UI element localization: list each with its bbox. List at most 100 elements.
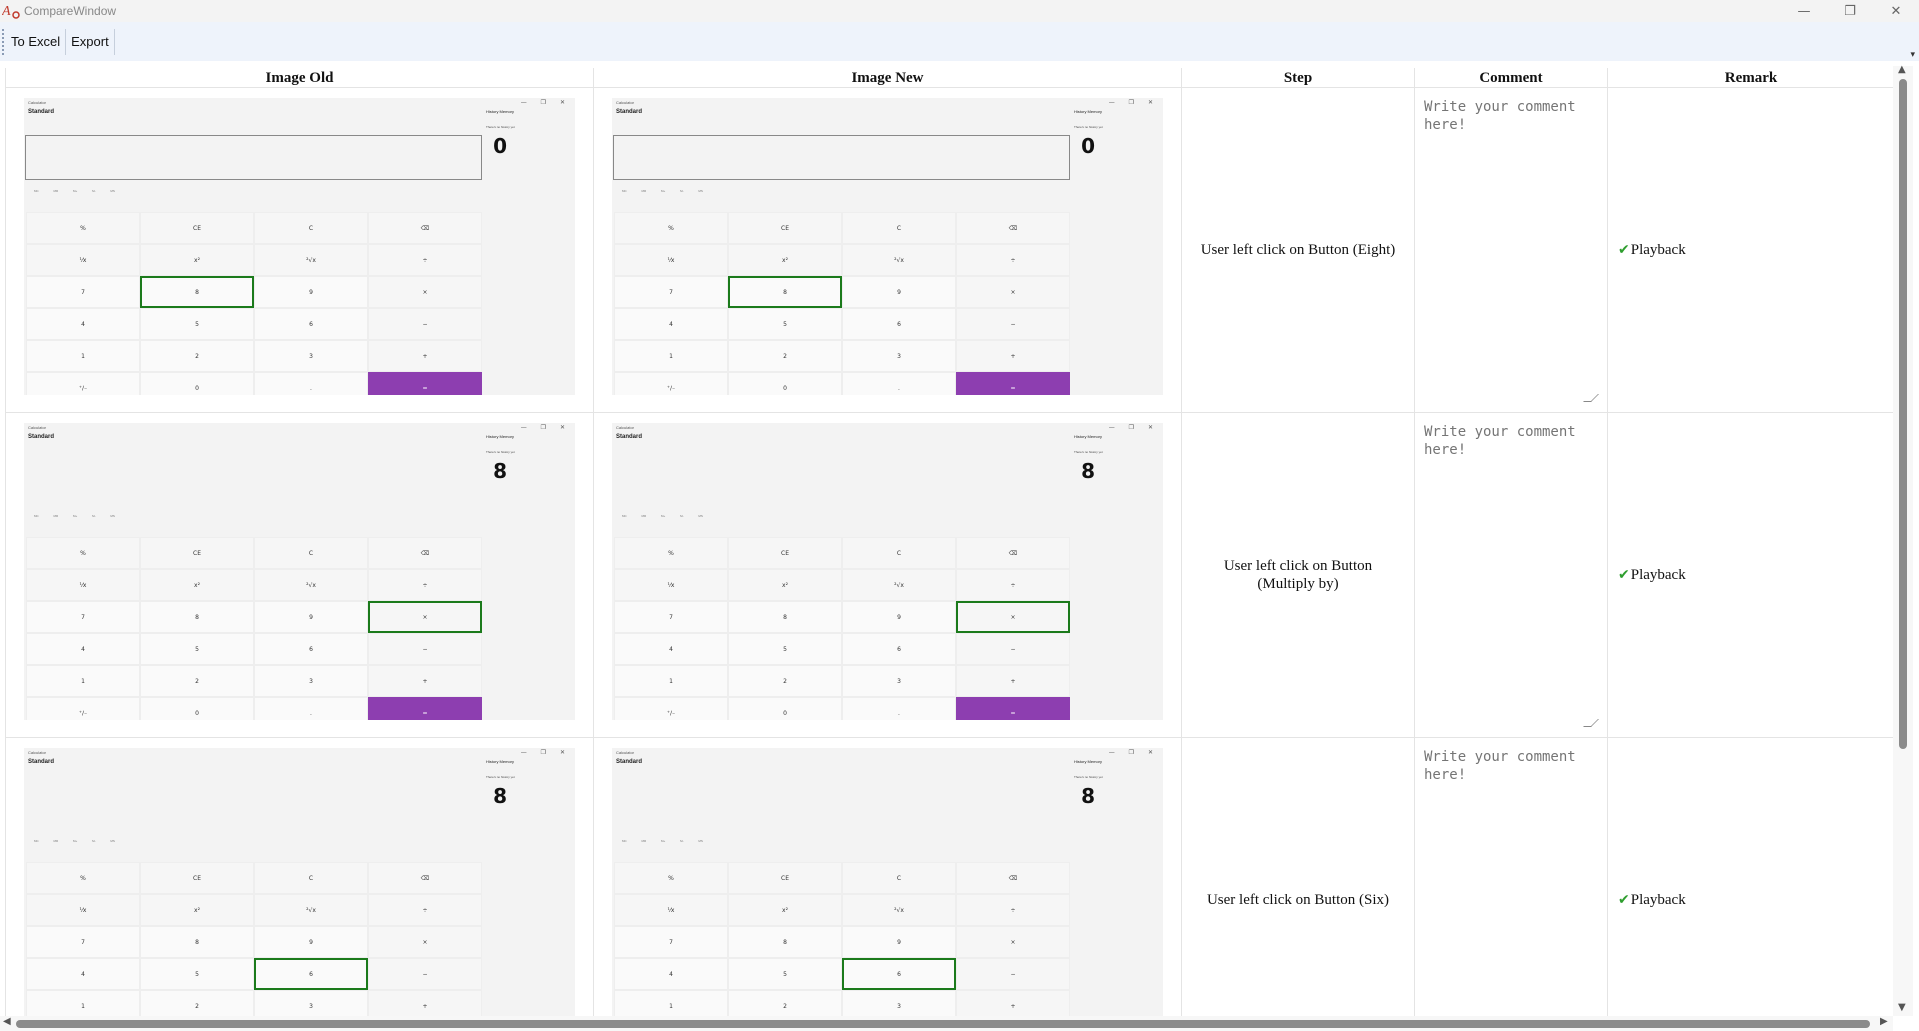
screenshot-key: 7	[614, 926, 728, 958]
table-row[interactable]: Calculator — ❐ ✕ Standard History Memory The…	[6, 738, 1893, 1016]
playback-label[interactable]: Playback	[1631, 892, 1686, 909]
screenshot-key: ⅟x	[26, 569, 140, 601]
screenshot-key: ²√x	[254, 244, 368, 276]
screenshot-key: 6	[842, 633, 956, 665]
screenshot-key: ⁺∕₋	[26, 697, 140, 720]
screenshot-key: =	[368, 372, 482, 395]
screenshot-key: 1	[614, 340, 728, 372]
screenshot-display-value: 8	[1081, 459, 1095, 483]
screenshot-key: 2	[140, 990, 254, 1016]
screenshot-key: x²	[728, 244, 842, 276]
screenshot-key: ÷	[368, 894, 482, 926]
screenshot-key: 6	[254, 958, 368, 990]
remark-cell: ✔ Playback	[1608, 88, 1893, 412]
screenshot-key: %	[26, 537, 140, 569]
scroll-left-icon[interactable]: ◀	[3, 1016, 11, 1027]
screenshot-key: ×	[368, 601, 482, 633]
playback-label[interactable]: Playback	[1631, 567, 1686, 584]
screenshot-key: C	[842, 862, 956, 894]
table-row[interactable]: Calculator — ❐ ✕ Standard History Memory The…	[6, 413, 1893, 738]
minimize-button[interactable]: —	[1781, 0, 1827, 22]
calculator-screenshot: Calculator — ❐ ✕ Standard History Memory The…	[612, 748, 1163, 1016]
screenshot-key: +	[956, 665, 1070, 697]
header-image-new[interactable]: Image New	[594, 68, 1182, 88]
screenshot-display-box	[25, 135, 482, 180]
screenshot-key: ÷	[956, 244, 1070, 276]
table-row[interactable]: Calculator — ❐ ✕ Standard History Memory The…	[6, 88, 1893, 413]
screenshot-key: .	[254, 697, 368, 720]
screenshot-key: ⁺∕₋	[26, 372, 140, 395]
screenshot-key: ÷	[956, 569, 1070, 601]
comment-input[interactable]	[1420, 419, 1600, 728]
screenshot-history-tabs: History Memory	[1074, 109, 1103, 114]
to-excel-button[interactable]: To Excel	[6, 28, 67, 55]
screenshot-key: 5	[728, 308, 842, 340]
image-old-cell: Calculator — ❐ ✕ Standard History Memory The…	[6, 413, 594, 737]
screenshot-history-tabs: History Memory	[1074, 759, 1103, 764]
playback-link[interactable]: ✔ Playback	[1618, 738, 1686, 1016]
screenshot-keypad: %CEC⌫ ⅟xx²²√x÷ 789× 456− 123+ ⁺∕₋0.=	[614, 537, 1070, 720]
playback-link[interactable]: ✔ Playback	[1618, 413, 1686, 737]
check-icon: ✔	[1618, 567, 1630, 583]
scroll-down-icon[interactable]: ▼	[1898, 1002, 1906, 1013]
playback-label[interactable]: Playback	[1631, 242, 1686, 259]
close-button[interactable]: ✕	[1873, 0, 1919, 22]
vertical-scrollbar[interactable]: ▲ ▼	[1893, 64, 1913, 1016]
screenshot-memory-buttons: MC MR M+ M- MS	[622, 839, 703, 843]
comment-cell	[1415, 88, 1608, 412]
screenshot-mode-label: Standard	[28, 759, 55, 765]
screenshot-key: 1	[26, 340, 140, 372]
vertical-scroll-thumb[interactable]	[1899, 79, 1907, 749]
header-remark[interactable]: Remark	[1608, 68, 1893, 88]
scroll-up-icon[interactable]: ▲	[1898, 64, 1906, 75]
screenshot-key: ²√x	[842, 569, 956, 601]
screenshot-app-title: Calculator	[28, 750, 47, 755]
screenshot-key: 1	[614, 990, 728, 1016]
screenshot-key: =	[368, 697, 482, 720]
horizontal-scrollbar[interactable]: ◀ ▶	[0, 1016, 1893, 1031]
screenshot-window-controls-icon: — ❐ ✕	[520, 424, 571, 431]
app-logo-icon: A	[1, 1, 22, 21]
screenshot-key: 9	[254, 601, 368, 633]
screenshot-key: 4	[26, 958, 140, 990]
screenshot-key: 2	[728, 665, 842, 697]
screenshot-window-controls-icon: — ❐ ✕	[1108, 424, 1159, 431]
screenshot-key: 5	[728, 633, 842, 665]
screenshot-history-tabs: History Memory	[486, 434, 515, 439]
comment-input[interactable]	[1420, 744, 1600, 1016]
screenshot-key: ÷	[368, 569, 482, 601]
screenshot-key: ⌫	[368, 862, 482, 894]
screenshot-key: 2	[728, 990, 842, 1016]
header-image-old[interactable]: Image Old	[6, 68, 594, 88]
screenshot-key: CE	[140, 212, 254, 244]
comment-input[interactable]	[1420, 94, 1600, 403]
screenshot-key: ²√x	[842, 244, 956, 276]
screenshot-key: ⅟x	[26, 244, 140, 276]
screenshot-key: ²√x	[254, 569, 368, 601]
remark-cell: ✔ Playback	[1608, 738, 1893, 1016]
header-comment[interactable]: Comment	[1415, 68, 1608, 88]
step-cell: User left click on Button (Multiply by)	[1182, 413, 1415, 737]
calculator-screenshot: Calculator — ❐ ✕ Standard History Memory The…	[612, 98, 1163, 395]
screenshot-keypad: %CEC⌫ ⅟xx²²√x÷ 789× 456− 123+ ⁺∕₋0.=	[614, 212, 1070, 395]
screenshot-key: −	[368, 633, 482, 665]
restore-button[interactable]: ❐	[1827, 0, 1873, 22]
header-step[interactable]: Step	[1182, 68, 1415, 88]
compare-grid: Image Old Image New Step Comment Remark …	[5, 68, 1893, 1016]
screenshot-key: 4	[614, 308, 728, 340]
screenshot-key: 6	[842, 308, 956, 340]
screenshot-key: 5	[140, 958, 254, 990]
scroll-right-icon[interactable]: ▶	[1880, 1016, 1888, 1027]
screenshot-key: +	[368, 990, 482, 1016]
screenshot-window-controls-icon: — ❐ ✕	[520, 749, 571, 756]
toolbar-overflow-icon[interactable]: ▾	[1910, 50, 1915, 60]
screenshot-key: ÷	[368, 244, 482, 276]
playback-link[interactable]: ✔ Playback	[1618, 88, 1686, 412]
screenshot-key: 0	[728, 697, 842, 720]
export-button[interactable]: Export	[66, 28, 115, 55]
screenshot-key: 8	[728, 601, 842, 633]
screenshot-key: ²√x	[842, 894, 956, 926]
screenshot-key: 8	[728, 276, 842, 308]
horizontal-scroll-thumb[interactable]	[16, 1020, 1870, 1028]
screenshot-key: ⌫	[368, 212, 482, 244]
